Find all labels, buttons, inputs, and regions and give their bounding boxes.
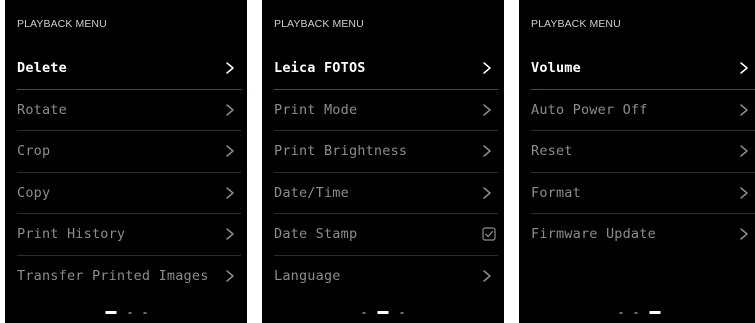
menu-item-label: Crop: [17, 143, 51, 160]
chevron-right-icon: [737, 103, 751, 117]
chevron-right-icon: [480, 144, 494, 158]
menu-item-label: Print Brightness: [274, 143, 408, 160]
menu-item-label: Auto Power Off: [531, 101, 648, 118]
chevron-right-icon: [223, 61, 237, 75]
menu-item-crop[interactable]: Crop: [17, 131, 241, 173]
menu-item-rotate[interactable]: Rotate: [17, 90, 241, 131]
menu-item-label: Print History: [17, 226, 126, 243]
playback-menu-screen-1: PLAYBACK MENU Delete Rotate Crop Copy Print …: [5, 0, 247, 323]
menu-item-label: Firmware Update: [531, 226, 656, 243]
chevron-right-icon: [737, 144, 751, 158]
menu-list: Volume Auto Power Off Reset Format Firmware …: [519, 48, 755, 256]
chevron-right-icon: [737, 227, 751, 241]
menu-item-label: Print Mode: [274, 101, 358, 118]
menu-item-label: Format: [531, 184, 581, 201]
chevron-right-icon: [223, 186, 237, 200]
menu-item-reset[interactable]: Reset: [531, 131, 755, 173]
menu-item-print-brightness[interactable]: Print Brightness: [274, 131, 498, 173]
chevron-right-icon: [737, 61, 751, 75]
menu-list: Delete Rotate Crop Copy Print History Transfe…: [5, 48, 247, 297]
menu-item-firmware-update[interactable]: Firmware Update: [531, 214, 755, 256]
chevron-right-icon: [223, 144, 237, 158]
menu-item-delete[interactable]: Delete: [17, 48, 241, 90]
menu-item-format[interactable]: Format: [531, 173, 755, 214]
chevron-right-icon: [223, 269, 237, 283]
menu-item-volume[interactable]: Volume: [531, 48, 755, 90]
menu-item-date-stamp[interactable]: Date Stamp: [274, 214, 498, 256]
menu-item-label: Date Stamp: [274, 226, 358, 243]
menu-item-label: Volume: [531, 60, 581, 77]
page-indicator-dot: [143, 311, 147, 314]
menu-item-label: Leica FOTOS: [274, 60, 366, 77]
menu-item-auto-power-off[interactable]: Auto Power Off: [531, 90, 755, 131]
chevron-right-icon: [223, 227, 237, 241]
menu-item-date-time[interactable]: Date/Time: [274, 173, 498, 214]
chevron-right-icon: [480, 186, 494, 200]
menu-item-label: Copy: [17, 184, 51, 201]
menu-item-label: Language: [274, 267, 341, 284]
menu-header: PLAYBACK MENU: [274, 18, 364, 30]
menu-item-label: Rotate: [17, 101, 67, 118]
page-indicator-current: [649, 311, 661, 314]
page-indicator: [362, 311, 404, 314]
menu-item-label: Delete: [17, 60, 67, 77]
menu-header: PLAYBACK MENU: [531, 18, 621, 30]
menu-item-label: Transfer Printed Images: [17, 267, 209, 284]
page-indicator-dot: [362, 311, 366, 314]
chevron-right-icon: [223, 103, 237, 117]
page-indicator-current: [105, 311, 117, 314]
menu-list: Leica FOTOS Print Mode Print Brightness Dat…: [262, 48, 504, 297]
menu-item-language[interactable]: Language: [274, 256, 498, 298]
page-indicator: [105, 311, 147, 314]
page-indicator-current: [377, 311, 389, 314]
page-indicator-dot: [128, 311, 132, 314]
chevron-right-icon: [480, 103, 494, 117]
menu-item-label: Reset: [531, 143, 573, 160]
chevron-right-icon: [480, 61, 494, 75]
menu-header: PLAYBACK MENU: [17, 18, 107, 30]
menu-item-copy[interactable]: Copy: [17, 173, 241, 214]
checkbox-checked-icon[interactable]: [482, 227, 496, 241]
menu-item-transfer-printed-images[interactable]: Transfer Printed Images: [17, 256, 241, 298]
menu-item-print-history[interactable]: Print History: [17, 214, 241, 256]
page-indicator-dot: [400, 311, 404, 314]
chevron-right-icon: [480, 269, 494, 283]
page-indicator-dot: [619, 311, 623, 314]
menu-item-label: Date/Time: [274, 184, 349, 201]
playback-menu-screen-3: PLAYBACK MENU Volume Auto Power Off Reset F…: [519, 0, 755, 323]
chevron-right-icon: [737, 186, 751, 200]
page-indicator-dot: [634, 311, 638, 314]
page-indicator: [619, 311, 661, 314]
menu-item-print-mode[interactable]: Print Mode: [274, 90, 498, 131]
playback-menu-screen-2: PLAYBACK MENU Leica FOTOS Print Mode Print…: [262, 0, 504, 323]
menu-item-leica-fotos[interactable]: Leica FOTOS: [274, 48, 498, 90]
